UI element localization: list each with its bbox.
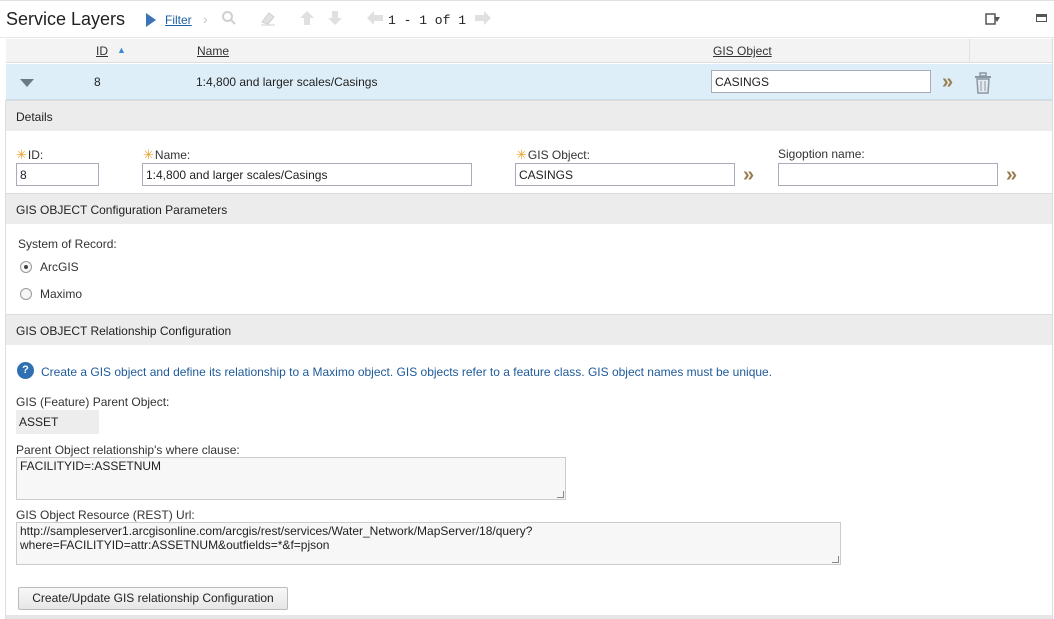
resize-grip-icon[interactable] xyxy=(557,491,564,498)
column-header-id[interactable]: ID xyxy=(96,44,108,58)
rest-url-textarea[interactable]: http://sampleserver1.arcgisonline.com/ar… xyxy=(16,522,841,565)
system-of-record-label: System of Record: xyxy=(18,237,117,251)
column-divider xyxy=(969,39,970,63)
arcgis-radio-label[interactable]: ArcGIS xyxy=(40,260,79,274)
table-row[interactable]: 8 1:4,800 and larger scales/Casings » xyxy=(6,64,1052,100)
parent-object-label: GIS (Feature) Parent Object: xyxy=(16,395,170,409)
chevron-right-icon[interactable]: › xyxy=(203,11,208,27)
rest-url-label: GIS Object Resource (REST) Url: xyxy=(16,508,195,522)
eraser-icon[interactable] xyxy=(259,10,277,29)
required-icon: ✳ xyxy=(16,147,27,162)
row-name-cell: 1:4,800 and larger scales/Casings xyxy=(196,75,378,89)
minimize-icon[interactable] xyxy=(1036,14,1047,22)
relationship-section-header[interactable]: GIS OBJECT Relationship Configuration xyxy=(6,314,1052,345)
arrow-down-icon[interactable] xyxy=(327,10,343,29)
create-update-relationship-button[interactable]: Create/Update GIS relationship Configura… xyxy=(18,587,288,610)
details-section-title: Details xyxy=(16,110,53,124)
rest-url-value: http://sampleserver1.arcgisonline.com/ar… xyxy=(20,524,533,552)
lookup-arrow-icon[interactable]: » xyxy=(1006,165,1017,185)
pager-text: 1 - 1 of 1 xyxy=(388,13,467,28)
where-clause-label: Parent Object relationship's where claus… xyxy=(16,443,240,457)
name-field[interactable]: 1:4,800 and larger scales/Casings xyxy=(142,163,472,186)
search-icon[interactable] xyxy=(221,10,237,29)
page-title: Service Layers xyxy=(6,9,126,29)
sigoption-label: Sigoption name: xyxy=(778,147,865,161)
table-header: ID ▲ Name GIS Object xyxy=(6,39,1052,63)
resize-grip-icon[interactable] xyxy=(832,556,839,563)
help-text: Create a GIS object and define its relat… xyxy=(41,365,773,379)
filter-icon[interactable] xyxy=(146,13,156,27)
column-header-gis-object[interactable]: GIS Object xyxy=(713,44,772,58)
gis-object-field[interactable]: CASINGS xyxy=(515,163,735,186)
sort-asc-icon[interactable]: ▲ xyxy=(117,45,126,55)
lookup-arrow-icon[interactable]: » xyxy=(743,165,754,185)
required-icon: ✳ xyxy=(516,147,527,162)
filter-link[interactable]: Filter xyxy=(165,13,192,27)
where-clause-value: FACILITYID=:ASSETNUM xyxy=(20,459,162,473)
parent-object-field: ASSET xyxy=(16,410,99,434)
next-page-icon[interactable] xyxy=(474,10,492,29)
relationship-section-title: GIS OBJECT Relationship Configuration xyxy=(16,324,232,338)
prev-page-icon[interactable] xyxy=(366,10,384,29)
row-gis-object-input[interactable] xyxy=(711,70,931,93)
where-clause-textarea[interactable]: FACILITYID=:ASSETNUM xyxy=(16,457,566,500)
section-divider xyxy=(6,615,1052,619)
required-icon: ✳ xyxy=(143,147,154,162)
id-field[interactable]: 8 xyxy=(16,163,99,186)
lookup-arrow-icon[interactable]: » xyxy=(942,72,953,92)
name-label: ✳Name: xyxy=(143,147,191,162)
maximo-radio-label[interactable]: Maximo xyxy=(40,287,82,301)
trash-icon[interactable] xyxy=(974,72,992,94)
panel-border-right xyxy=(1052,38,1053,619)
toolbar xyxy=(0,0,1054,38)
config-params-section-header[interactable]: GIS OBJECT Configuration Parameters xyxy=(6,193,1052,224)
row-id-cell: 8 xyxy=(94,75,101,89)
arcgis-radio[interactable] xyxy=(20,261,32,273)
sigoption-field[interactable] xyxy=(778,163,998,186)
download-icon[interactable] xyxy=(985,12,1001,29)
maximo-radio[interactable] xyxy=(20,288,32,300)
panel-border-left xyxy=(5,100,6,619)
help-icon: ? xyxy=(17,362,34,379)
column-header-name[interactable]: Name xyxy=(197,44,229,58)
arrow-up-icon[interactable] xyxy=(299,10,315,29)
row-toggle-icon[interactable] xyxy=(20,79,34,87)
config-params-section-title: GIS OBJECT Configuration Parameters xyxy=(16,203,228,217)
id-label: ✳ID: xyxy=(16,147,44,162)
gis-object-label: ✳GIS Object: xyxy=(516,147,590,162)
details-section-header[interactable]: Details xyxy=(6,100,1052,131)
